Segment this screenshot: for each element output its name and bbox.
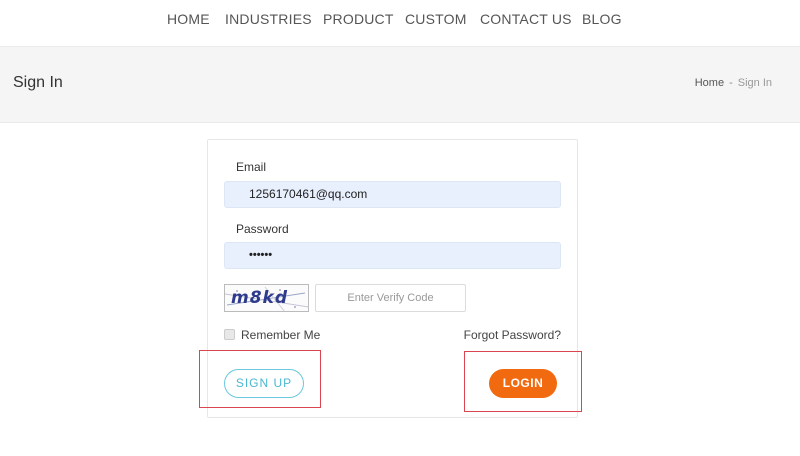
nav-industries[interactable]: INDUSTRIES — [225, 11, 312, 27]
page-title: Sign In — [13, 74, 63, 91]
breadcrumb-home-link[interactable]: Home — [695, 77, 724, 89]
remember-me-label: Remember Me — [241, 328, 321, 342]
password-field[interactable]: •••••• — [224, 242, 561, 269]
verify-code-input[interactable]: Enter Verify Code — [315, 284, 466, 312]
email-field[interactable]: 1256170461@qq.com — [224, 181, 561, 208]
nav-blog[interactable]: BLOG — [582, 11, 622, 27]
remember-me[interactable]: Remember Me — [224, 328, 320, 342]
breadcrumb: Home - Sign In — [695, 77, 772, 89]
captcha-image[interactable]: m8kd — [224, 284, 309, 312]
breadcrumb-current: Sign In — [737, 77, 772, 89]
nav-home[interactable]: HOME — [167, 11, 210, 27]
captcha-text: m8kd — [231, 288, 289, 308]
password-label: Password — [236, 222, 289, 236]
login-highlight-box — [464, 351, 582, 412]
nav-product[interactable]: PRODUCT — [323, 11, 394, 27]
remember-me-checkbox[interactable] — [224, 329, 235, 340]
nav-contact-us[interactable]: CONTACT US — [480, 11, 572, 27]
forgot-password-link[interactable]: Forgot Password? — [464, 328, 561, 342]
top-navigation: HOME INDUSTRIES PRODUCT CUSTOM CONTACT U… — [0, 0, 800, 47]
nav-custom[interactable]: CUSTOM — [405, 11, 467, 27]
page-title-bar: Sign In Home - Sign In — [0, 47, 800, 123]
breadcrumb-separator: - — [729, 77, 733, 89]
sign-up-highlight-box — [199, 350, 321, 408]
email-label: Email — [236, 160, 267, 174]
